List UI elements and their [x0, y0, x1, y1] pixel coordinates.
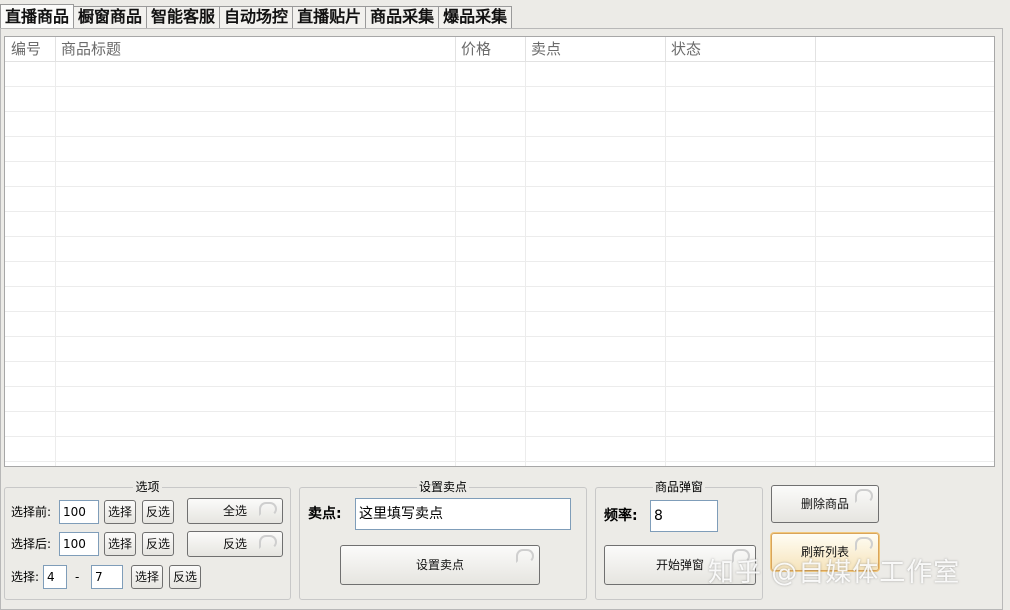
table-row[interactable]	[5, 62, 994, 87]
product-table[interactable]: 编号 商品标题 价格 卖点 状态	[4, 36, 995, 467]
select-after-button[interactable]: 选择	[104, 532, 136, 556]
range-to-input[interactable]: 7	[91, 565, 123, 589]
tab-product-collect[interactable]: 商品采集	[365, 6, 440, 28]
invert-after-button[interactable]: 反选	[142, 532, 174, 556]
tab-bar: 直播商品 橱窗商品 智能客服 自动场控 直播贴片 商品采集 爆品采集	[0, 4, 513, 28]
select-all-button[interactable]: 全选	[187, 498, 283, 524]
select-range-button[interactable]: 选择	[131, 565, 163, 589]
watermark-text: 知乎 @自媒体工作室	[708, 558, 961, 588]
select-range-label: 选择:	[11, 570, 40, 584]
frequency-input[interactable]: 8	[650, 500, 718, 532]
product-popup-group-title: 商品弹窗	[652, 480, 705, 494]
frequency-label: 频率:	[604, 508, 638, 524]
column-header-title[interactable]: 商品标题	[55, 37, 455, 62]
tab-live-sticker[interactable]: 直播贴片	[292, 6, 367, 28]
column-header-price[interactable]: 价格	[455, 37, 525, 62]
delete-product-button[interactable]: 删除商品	[771, 485, 879, 523]
set-selling-point-button[interactable]: 设置卖点	[340, 545, 540, 585]
tab-showcase-products[interactable]: 橱窗商品	[73, 6, 148, 28]
table-row[interactable]	[5, 112, 994, 137]
table-row[interactable]	[5, 437, 994, 462]
invert-range-button[interactable]: 反选	[169, 565, 201, 589]
tab-auto-control[interactable]: 自动场控	[219, 6, 294, 28]
table-row[interactable]	[5, 237, 994, 262]
table-row[interactable]	[5, 362, 994, 387]
table-row[interactable]	[5, 262, 994, 287]
table-row[interactable]	[5, 412, 994, 437]
select-before-button[interactable]: 选择	[104, 500, 136, 524]
table-row[interactable]	[5, 87, 994, 112]
options-group: 选项 选择前: 100 选择 反选 全选 选择后: 100 选择 反选 反选 选…	[4, 480, 291, 600]
column-header-status[interactable]: 状态	[665, 37, 815, 62]
select-before-label: 选择前:	[11, 505, 52, 519]
selling-point-group: 设置卖点 卖点: 这里填写卖点 设置卖点	[299, 480, 587, 600]
select-before-input[interactable]: 100	[59, 500, 99, 524]
table-row[interactable]	[5, 137, 994, 162]
range-from-input[interactable]: 4	[43, 565, 67, 589]
selling-point-input[interactable]: 这里填写卖点	[355, 498, 571, 530]
table-row[interactable]	[5, 387, 994, 412]
table-row[interactable]	[5, 187, 994, 212]
selling-point-group-title: 设置卖点	[416, 480, 469, 494]
table-row[interactable]	[5, 287, 994, 312]
table-row[interactable]	[5, 312, 994, 337]
table-header: 编号 商品标题 价格 卖点 状态	[5, 37, 994, 62]
table-row[interactable]	[5, 212, 994, 237]
select-after-label: 选择后:	[11, 537, 52, 551]
tab-hot-collect[interactable]: 爆品采集	[438, 6, 513, 28]
column-header-selling-point[interactable]: 卖点	[525, 37, 665, 62]
select-after-input[interactable]: 100	[59, 532, 99, 556]
tab-live-products[interactable]: 直播商品	[0, 4, 75, 28]
table-row[interactable]	[5, 337, 994, 362]
options-group-title: 选项	[133, 480, 162, 494]
selling-point-label: 卖点:	[308, 506, 342, 522]
tab-smart-service[interactable]: 智能客服	[146, 6, 221, 28]
table-row[interactable]	[5, 162, 994, 187]
column-header-id[interactable]: 编号	[5, 37, 55, 62]
range-dash: -	[75, 570, 80, 584]
invert-before-button[interactable]: 反选	[142, 500, 174, 524]
invert-all-button[interactable]: 反选	[187, 531, 283, 557]
